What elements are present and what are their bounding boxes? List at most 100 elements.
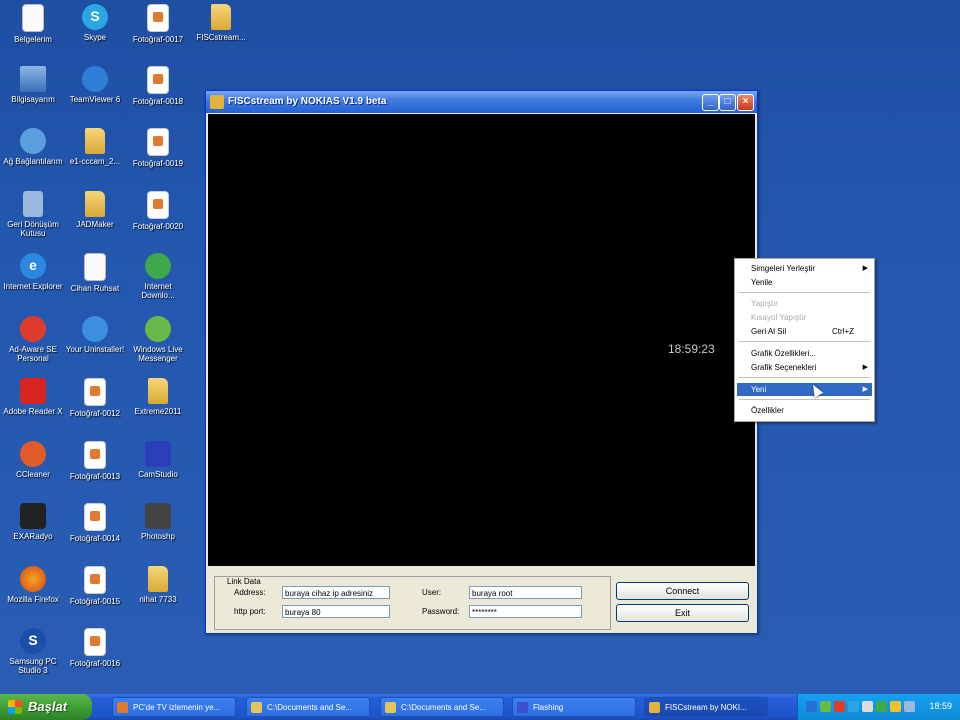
- taskbar: Başlat PC'de TV izlemenin ye... C:\Docum…: [0, 694, 960, 720]
- desktop-icon-ccleaner[interactable]: CCleaner: [2, 439, 64, 499]
- connect-button[interactable]: Connect: [616, 582, 749, 600]
- menu-item-label: Yapıştır: [751, 299, 778, 308]
- title-bar[interactable]: FISCstream by NOKIAS V1.9 beta _ □ ×: [206, 91, 757, 113]
- tray-messenger-icon[interactable]: [820, 701, 831, 712]
- address-input[interactable]: buraya cihaz ip adresiniz: [282, 586, 390, 599]
- photoshop-icon: [145, 503, 171, 529]
- stream-viewer[interactable]: 18:59:23: [208, 114, 755, 566]
- port-label: http port:: [234, 607, 266, 616]
- menu-item-label: Simgeleri Yerleştir: [751, 264, 816, 273]
- desktop-icon-fotograf-0018[interactable]: Fotoğraf-0018: [127, 64, 189, 124]
- address-label: Address:: [234, 588, 266, 597]
- desktop-icon-fotograf-0013[interactable]: Fotoğraf-0013: [64, 439, 126, 499]
- start-label: Başlat: [28, 699, 68, 714]
- tray-volume-icon[interactable]: [862, 701, 873, 712]
- desktop-icon-fiscstream[interactable]: FISCstream...: [190, 2, 252, 62]
- submenu-arrow-icon: ▶: [862, 265, 868, 272]
- password-input[interactable]: ********: [469, 605, 582, 618]
- desktop-icon-ag-baglantilarim[interactable]: Ağ Bağlantılarım: [2, 126, 64, 186]
- image-file-icon: [84, 503, 106, 531]
- user-label: User:: [422, 588, 442, 597]
- start-button[interactable]: Başlat: [0, 694, 92, 720]
- menu-item-ozellikler[interactable]: Özellikler: [737, 404, 872, 417]
- user-input[interactable]: buraya root: [469, 586, 582, 599]
- desktop-icon-fotograf-0017[interactable]: Fotoğraf-0017: [127, 2, 189, 62]
- menu-item-label: Geri Al Sil: [751, 327, 787, 336]
- download-manager-icon: [145, 253, 171, 279]
- network-icon: [20, 128, 46, 154]
- image-file-icon: [147, 128, 169, 156]
- desktop-icon-teamviewer[interactable]: TeamViewer 6: [64, 64, 126, 124]
- window-title: FISCstream by NOKIAS V1.9 beta: [228, 96, 387, 107]
- desktop-icon-fotograf-0020[interactable]: Fotoğraf-0020: [127, 189, 189, 249]
- tray-antivirus-icon[interactable]: [834, 701, 845, 712]
- tray-download-icon[interactable]: [876, 701, 887, 712]
- menu-item-label: Grafik Özellikleri...: [751, 349, 816, 358]
- desktop-icon-firefox[interactable]: Mozilla Firefox: [2, 564, 64, 624]
- menu-item-label: Özellikler: [751, 406, 784, 415]
- skype-icon: S: [82, 4, 108, 30]
- system-tray: 18:59: [797, 694, 960, 720]
- image-file-icon: [147, 66, 169, 94]
- taskbar-button-flashing[interactable]: Flashing: [512, 697, 636, 717]
- menu-item-yenile[interactable]: Yenile: [737, 276, 872, 289]
- tray-network-icon[interactable]: [806, 701, 817, 712]
- menu-item-yeni[interactable]: Yeni ▶: [737, 383, 872, 396]
- radio-icon: [20, 503, 46, 529]
- exit-button[interactable]: Exit: [616, 604, 749, 622]
- menu-item-grafik-secenekleri[interactable]: Grafik Seçenekleri ▶: [737, 361, 872, 374]
- taskbar-clock[interactable]: 18:59: [929, 701, 952, 711]
- minimize-button[interactable]: _: [702, 94, 719, 111]
- desktop-icon-bilgisayarim[interactable]: Bilgisayarım: [2, 64, 64, 124]
- taskbar-button-explorer-2[interactable]: C:\Documents and Se...: [380, 697, 504, 717]
- desktop-icon-exaradyo[interactable]: EXARadyo: [2, 501, 64, 561]
- tray-usb-icon[interactable]: [904, 701, 915, 712]
- menu-item-grafik-ozellikleri[interactable]: Grafik Özellikleri...: [737, 347, 872, 360]
- password-label: Password:: [422, 607, 460, 616]
- menu-item-kisayol-yapistir: Kısayol Yapıştır: [737, 311, 872, 324]
- maximize-button[interactable]: □: [719, 94, 736, 111]
- desktop-icon-adaware[interactable]: Ad-Aware SE Personal: [2, 314, 64, 374]
- desktop-icon-your-uninstaller[interactable]: Your Uninstaller!: [64, 314, 126, 374]
- documents-icon: [22, 4, 44, 32]
- desktop-icon-photoshop[interactable]: Photoshp: [127, 501, 189, 561]
- taskbar-button-explorer-1[interactable]: C:\Documents and Se...: [246, 697, 370, 717]
- desktop-icon-cihan-ruhsat[interactable]: Cihan Ruhsat: [64, 251, 126, 311]
- port-input[interactable]: buraya 80: [282, 605, 390, 618]
- desktop-icon-windows-live-messenger[interactable]: Windows Live Messenger: [127, 314, 189, 374]
- taskbar-button-browser[interactable]: PC'de TV izlemenin ye...: [112, 697, 236, 717]
- desktop-icon-internet-download[interactable]: Internet Downlo...: [127, 251, 189, 311]
- desktop-icon-adobe-reader[interactable]: Adobe Reader X: [2, 376, 64, 436]
- taskbar-button-fiscstream[interactable]: FISCstream by NOKI...: [644, 697, 768, 717]
- menu-item-geri-al-sil[interactable]: Geri Al Sil Ctrl+Z: [737, 325, 872, 338]
- desktop-icon-fotograf-0015[interactable]: Fotoğraf-0015: [64, 564, 126, 624]
- desktop-icon-camstudio[interactable]: CamStudio: [127, 439, 189, 499]
- tray-skype-icon[interactable]: [848, 701, 859, 712]
- desktop-icon-extreme2011[interactable]: Extreme2011: [127, 376, 189, 436]
- desktop-icon-internet-explorer[interactable]: e Internet Explorer: [2, 251, 64, 311]
- folder-icon: [251, 702, 262, 713]
- image-file-icon: [84, 628, 106, 656]
- image-file-icon: [147, 191, 169, 219]
- desktop-icon-fotograf-0016[interactable]: Fotoğraf-0016: [64, 626, 126, 686]
- desktop-icon-fotograf-0014[interactable]: Fotoğraf-0014: [64, 501, 126, 561]
- desktop-icon-samsung[interactable]: S Samsung PC Studio 3: [2, 626, 64, 686]
- desktop-icon-e1-cccam[interactable]: e1-cccam_2...: [64, 126, 126, 186]
- image-file-icon: [84, 566, 106, 594]
- tray-security-icon[interactable]: [890, 701, 901, 712]
- menu-item-simgeleri-yerlestir[interactable]: Simgeleri Yerleştir ▶: [737, 262, 872, 275]
- windows-logo-icon: [8, 700, 22, 714]
- desktop-icon-skype[interactable]: S Skype: [64, 2, 126, 62]
- submenu-arrow-icon: ▶: [862, 364, 868, 371]
- close-button[interactable]: ×: [737, 94, 754, 111]
- menu-separator: [739, 341, 870, 342]
- adobe-reader-icon: [20, 378, 46, 404]
- desktop-icon-nihat-7733[interactable]: nihat 7733: [127, 564, 189, 624]
- desktop-icon-belgelerim[interactable]: Belgelerim: [2, 2, 64, 62]
- menu-item-label: Grafik Seçenekleri: [751, 363, 817, 372]
- desktop-icon-jadmaker[interactable]: JADMaker: [64, 189, 126, 249]
- adaware-icon: [20, 316, 46, 342]
- desktop-icon-geri-donusum[interactable]: Geri Dönüşüm Kutusu: [2, 189, 64, 249]
- desktop-icon-fotograf-0012[interactable]: Fotoğraf-0012: [64, 376, 126, 436]
- desktop-icon-fotograf-0019[interactable]: Fotoğraf-0019: [127, 126, 189, 186]
